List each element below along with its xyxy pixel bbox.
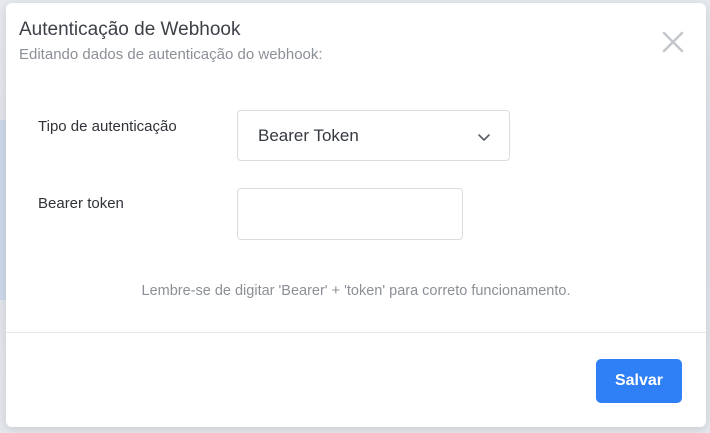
- close-icon: [662, 31, 684, 53]
- save-button[interactable]: Salvar: [596, 359, 682, 403]
- auth-type-select[interactable]: Bearer Token: [237, 110, 510, 161]
- hint-text: Lembre-se de digitar 'Bearer' + 'token' …: [141, 283, 571, 299]
- auth-type-selected-value: Bearer Token: [258, 126, 359, 145]
- modal-title: Autenticação de Webhook: [19, 19, 241, 40]
- auth-type-label: Tipo de autenticação: [38, 118, 177, 135]
- chevron-down-icon: [478, 134, 490, 141]
- modal-subtitle: Editando dados de autenticação do webhoo…: [19, 46, 323, 63]
- close-button[interactable]: [656, 25, 690, 59]
- bearer-token-input[interactable]: [237, 188, 463, 240]
- footer-divider: [6, 332, 706, 333]
- webhook-auth-modal: Autenticação de Webhook Editando dados d…: [6, 3, 706, 427]
- modal-header: Autenticação de Webhook Editando dados d…: [6, 3, 706, 78]
- bearer-token-label: Bearer token: [38, 195, 124, 212]
